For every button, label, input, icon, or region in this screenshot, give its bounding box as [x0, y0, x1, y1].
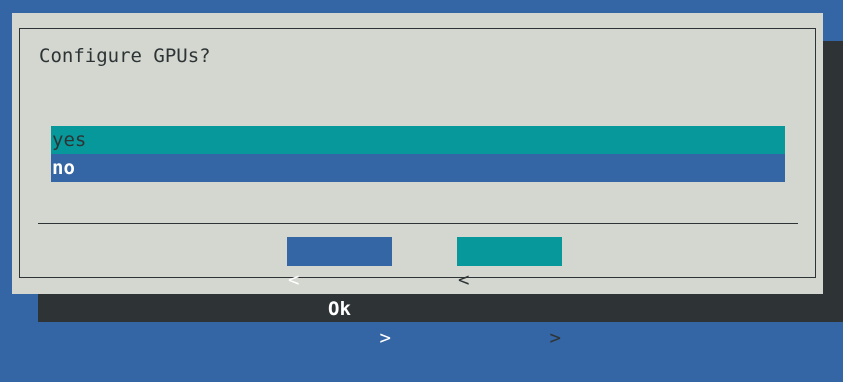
option-no[interactable]: no — [51, 154, 785, 182]
ok-button[interactable]: < Ok > — [287, 237, 392, 349]
dialog-shadow-bottom — [38, 294, 843, 322]
ok-button-label: Ok — [328, 298, 351, 320]
back-button-label: Back — [486, 298, 533, 320]
option-menu: yes no — [51, 126, 785, 182]
ok-bracket-right: > — [379, 327, 391, 349]
dialog-prompt: Configure GPUs? — [39, 45, 211, 67]
back-button[interactable]: < Back > — [457, 237, 562, 349]
back-bracket-right: > — [549, 327, 561, 349]
configure-gpus-dialog: Configure GPUs? yes no < Ok > < Back > — [12, 13, 823, 349]
separator-line — [38, 223, 798, 224]
back-bracket-left: < — [458, 269, 470, 291]
dialog-shadow-right — [823, 41, 843, 322]
ok-bracket-left: < — [288, 269, 300, 291]
option-yes[interactable]: yes — [51, 126, 785, 154]
